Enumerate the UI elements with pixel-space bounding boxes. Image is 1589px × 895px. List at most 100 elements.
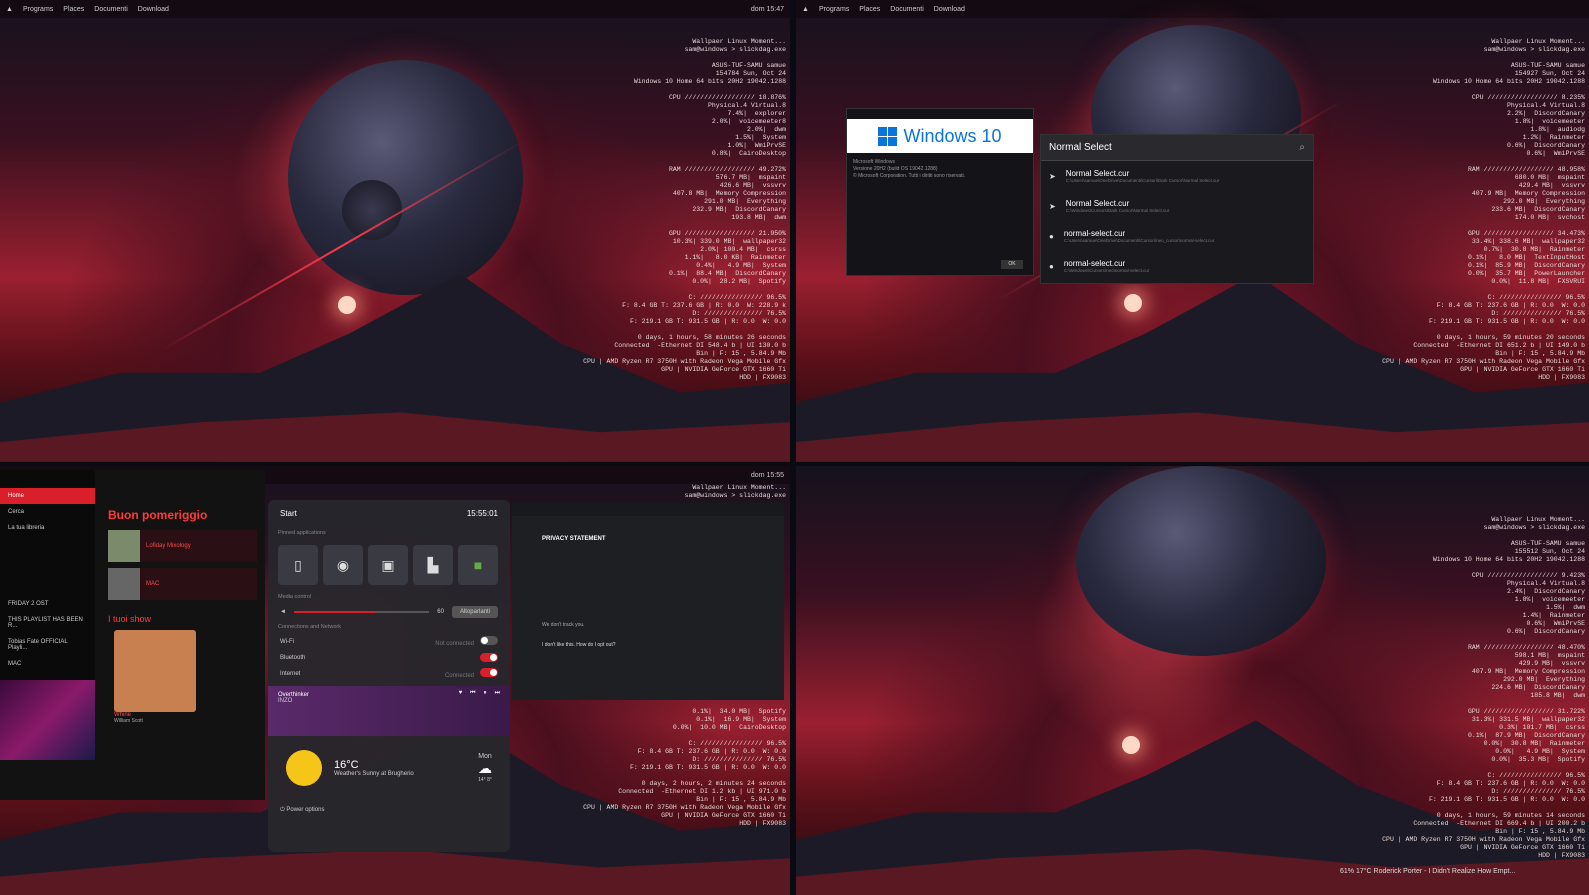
menu-download[interactable]: Download (138, 6, 169, 13)
chart-icon[interactable]: ▙ (413, 545, 453, 585)
power-label: Power options (286, 807, 325, 813)
forecast-day: Mon (478, 753, 492, 760)
minecraft-icon[interactable]: ■ (458, 545, 498, 585)
wifi-state: Not connected (435, 641, 474, 647)
track-artist: INZO (278, 698, 293, 704)
win10-banner: Windows 10 (847, 119, 1033, 153)
menu-places[interactable]: Places (859, 6, 880, 13)
cloud-icon: ☁ (478, 760, 492, 776)
playlist-item[interactable]: MAC (0, 656, 95, 672)
playlist-item[interactable]: THIS PLAYLIST HAS BEEN R... (0, 612, 95, 634)
album-art (0, 680, 95, 760)
search-query[interactable]: Normal Select (1049, 142, 1112, 153)
power-option[interactable]: ⏻ Power options (280, 807, 324, 814)
menu-documenti[interactable]: Documenti (890, 6, 923, 13)
quick-pick[interactable]: MAC (108, 568, 257, 600)
nav-home[interactable]: Home (0, 488, 95, 504)
bluetooth-toggle[interactable] (480, 653, 498, 662)
pause-icon[interactable]: ⏸ (484, 690, 487, 697)
spotify-window: Home Cerca La tua libreria FRIDAY 2 OST … (0, 470, 265, 800)
internet-toggle[interactable] (480, 668, 498, 677)
desktop-quadrant-1: ▲ Programs Places Documenti Download dom… (0, 0, 790, 462)
search-result[interactable]: ● normal-select.cur C:\Windows\Cursors\ne… (1041, 251, 1313, 281)
top-bar: ▲ Programs Places Documenti Download dom… (0, 0, 790, 18)
top-bar: ▲ Programs Places Documenti Download (796, 0, 1589, 18)
apple-icon[interactable]: ▲ (802, 6, 809, 13)
phone-icon[interactable]: ▯ (278, 545, 318, 585)
start-clock: 15:55:01 (466, 509, 498, 518)
nav-library[interactable]: La tua libreria (0, 520, 95, 536)
show-cover[interactable] (114, 630, 196, 712)
menu-places[interactable]: Places (63, 6, 84, 13)
result-path: C:\Users\samue\OneDrive\Documenti\Cursor… (1063, 238, 1215, 243)
menu-programs[interactable]: Programs (819, 6, 849, 13)
apple-icon[interactable]: ▲ (6, 6, 13, 13)
system-stats: Wallpaer Linux Moment... sam@windows > s… (1382, 516, 1585, 859)
connections-label: Connections and Network (278, 624, 341, 630)
quick-pick[interactable]: Lofiday Mixology (108, 530, 257, 562)
volume-icon: ◄ (280, 609, 286, 615)
search-result[interactable]: ➤ Normal Select.cur C:\Windows\Cursors\Da… (1041, 191, 1313, 221)
quick-pick-title: MAC (146, 581, 160, 587)
media-label: Media control (278, 594, 312, 600)
playlist-item[interactable]: Tobias Fate OFFICIAL Playli... (0, 634, 95, 656)
menu-programs[interactable]: Programs (23, 6, 53, 13)
show-author: William Scott (114, 718, 143, 724)
greeting: Buon pomeriggio (108, 508, 208, 522)
cover (108, 568, 140, 600)
prev-icon[interactable]: ⏮ (470, 690, 475, 697)
media-player: Overthinker INZO ♥ ⏮ ⏸ ⏭ (268, 686, 510, 736)
result-path: C:\Windows\Cursors\neo\normal-select.cur (1063, 268, 1150, 273)
playlist-item[interactable]: FRIDAY 2 OST (0, 596, 95, 612)
bluetooth-label: Bluetooth (280, 654, 306, 661)
internet-label: Internet (280, 670, 301, 677)
nav-search[interactable]: Cerca (0, 504, 95, 520)
forecast-temp: 14° 8° (478, 777, 492, 783)
wifi-label: Wi-Fi (280, 638, 294, 645)
volume-fill (293, 611, 376, 613)
pinned-apps: ▯ ◉ ▣ ▙ ■ (268, 539, 510, 591)
discord-icon[interactable]: ◉ (323, 545, 363, 585)
quick-pick-title: Lofiday Mixology (146, 543, 191, 549)
sun-icon (286, 750, 322, 786)
heart-icon[interactable]: ♥ (459, 690, 463, 697)
clock[interactable]: dom 15:55 (751, 472, 784, 479)
wifi-toggle[interactable] (480, 636, 498, 645)
cursor-file-icon: ➤ (1049, 201, 1056, 211)
menu-download[interactable]: Download (934, 6, 965, 13)
app-icon[interactable]: ▣ (368, 545, 408, 585)
status-bar: 61% 17°C Roderick Porter - I Didn't Real… (1340, 868, 1516, 875)
spotify-sidebar: Home Cerca La tua libreria FRIDAY 2 OST … (0, 470, 95, 760)
weather-widget: 16°C Weather's Sunny at Brugherio Mon ☁ … (268, 740, 510, 796)
ok-button[interactable]: OK (1001, 260, 1023, 269)
cursor-file-icon: ➤ (1049, 171, 1056, 181)
search-input[interactable]: Normal Select ⌕ (1041, 135, 1313, 161)
search-result[interactable]: ➤ Normal Select.cur C:\Users\samue\OneDri… (1041, 161, 1313, 191)
cursor-file-icon: ● (1049, 231, 1054, 241)
win10-body: Microsoft Windows Versione 20H2 (build O… (853, 159, 966, 179)
search-icon[interactable]: ⌕ (1299, 142, 1305, 153)
privacy-text: We don't track you. (542, 622, 585, 628)
weather-desc: Weather's Sunny at Brugherio (334, 771, 414, 777)
privacy-question: I don't like this. How do I opt out? (542, 642, 616, 648)
result-title: Normal Select.cur (1065, 169, 1130, 178)
internet-state: Connected (444, 673, 474, 679)
clock[interactable]: dom 15:47 (751, 6, 784, 13)
moon (342, 180, 402, 240)
system-stats: Wallpaer Linux Moment... sam@windows > s… (583, 38, 786, 381)
output-device-button[interactable]: Altoparlanti (451, 606, 498, 618)
next-icon[interactable]: ⏭ (495, 690, 500, 697)
volume-slider[interactable] (293, 611, 430, 613)
windows-logo-icon (878, 126, 898, 146)
shows-heading: I tuoi show (108, 614, 152, 624)
start-title: Start (280, 509, 297, 518)
pinned-label: Pinned applications (278, 530, 326, 536)
search-result[interactable]: ● normal-select.cur C:\Users\samue\OneDri… (1041, 221, 1313, 251)
menu-documenti[interactable]: Documenti (94, 6, 127, 13)
result-title: Normal Select.cur (1065, 199, 1130, 208)
volume-value: 60 (437, 609, 444, 615)
discord-window: PRIVACY STATEMENT We don't track you. I … (512, 502, 784, 700)
cursor-file-icon: ● (1049, 261, 1054, 271)
